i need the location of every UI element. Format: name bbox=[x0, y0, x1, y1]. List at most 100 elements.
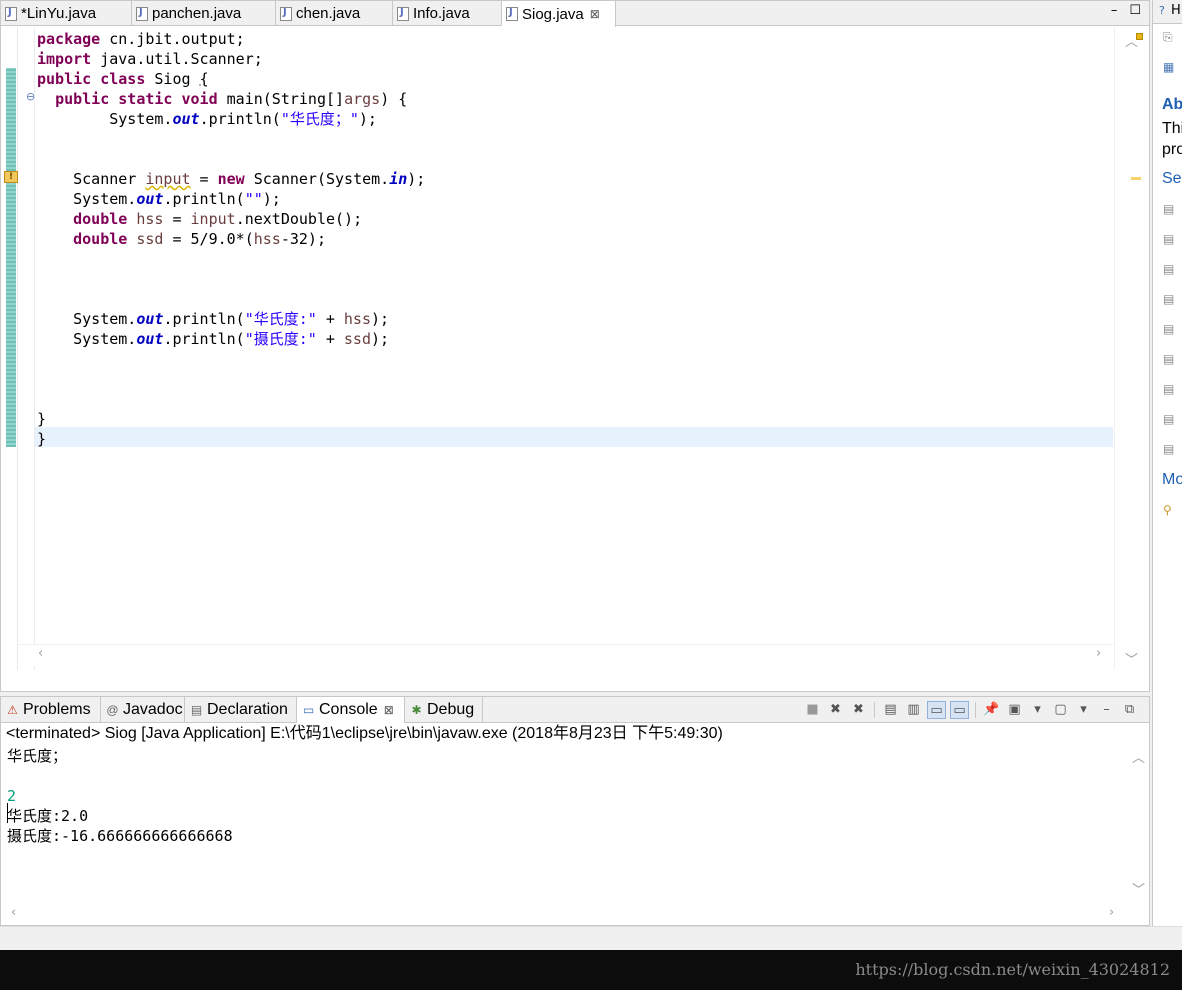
close-tab-icon[interactable]: ⊠ bbox=[590, 7, 600, 21]
doc-icon[interactable]: ▤ bbox=[1163, 322, 1177, 336]
tab-label: panchen.java bbox=[152, 5, 242, 22]
scroll-right-icon[interactable]: › bbox=[1109, 905, 1114, 920]
tab-label: Problems bbox=[23, 701, 91, 718]
about-text-line: Thi bbox=[1162, 120, 1182, 137]
tab-label: Console bbox=[319, 701, 378, 718]
variable: args bbox=[344, 90, 381, 108]
warning-icon[interactable]: ! bbox=[4, 171, 18, 183]
doc-icon[interactable]: ▤ bbox=[1163, 382, 1177, 396]
editor-window-controls: – ☐ bbox=[1111, 3, 1141, 18]
tab-javadoc[interactable]: @ Javadoc bbox=[101, 697, 185, 723]
terminate-icon[interactable]: ■ bbox=[803, 701, 822, 719]
tab-linyu-java[interactable]: *LinYu.java bbox=[1, 1, 132, 26]
doc-icon[interactable]: ▤ bbox=[1163, 232, 1177, 246]
scroll-left-icon[interactable]: ‹ bbox=[38, 646, 43, 661]
scroll-right-icon[interactable]: › bbox=[1096, 646, 1101, 661]
keyword: class bbox=[100, 70, 146, 88]
code-area[interactable]: ⊖ ! package cn.jbit.output; import java.u… bbox=[1, 27, 1149, 670]
code-text: = bbox=[190, 170, 218, 188]
editor-vertical-scrollbar[interactable]: ︿ ﹀ bbox=[1114, 27, 1149, 670]
tab-console[interactable]: ▭ Console ⊠ bbox=[297, 697, 405, 723]
java-file-icon bbox=[280, 6, 292, 21]
console-horizontal-scrollbar[interactable]: ‹ › bbox=[1, 903, 1126, 925]
maximize-icon[interactable]: ⧉ bbox=[1120, 701, 1139, 719]
editor-horizontal-scrollbar[interactable]: ‹ › bbox=[18, 644, 1114, 666]
scroll-up-icon[interactable]: ︿ bbox=[1132, 747, 1145, 766]
tab-debug[interactable]: ✱ Debug bbox=[405, 697, 483, 723]
code-text: ); bbox=[371, 310, 390, 328]
doc-icon[interactable]: ▤ bbox=[1163, 262, 1177, 276]
output-line: 华氏度； bbox=[7, 747, 68, 765]
calendar-icon[interactable]: ▦ bbox=[1163, 60, 1177, 74]
user-input-line: 2 bbox=[7, 787, 17, 805]
console-output-area[interactable]: 华氏度； 2 华氏度:2.0 摄氏度:-16.666666666666668 ︿ ﹀ bbox=[1, 745, 1149, 901]
keyword: static bbox=[118, 90, 173, 108]
doc-icon[interactable]: ▤ bbox=[1163, 442, 1177, 456]
remove-launch-icon[interactable]: ✖ bbox=[826, 701, 845, 719]
close-tab-icon[interactable]: ⊠ bbox=[384, 703, 394, 717]
overview-warning-marker[interactable] bbox=[1131, 177, 1141, 180]
minimize-icon[interactable]: – bbox=[1097, 701, 1116, 719]
code-text: cn.jbit.output; bbox=[100, 30, 245, 48]
display-console-icon[interactable]: ▣ bbox=[1005, 701, 1024, 719]
code-text: = 5/9.0*( bbox=[163, 230, 254, 248]
scroll-down-icon[interactable]: ﹀ bbox=[1132, 879, 1145, 898]
scroll-down-icon[interactable]: ﹀ bbox=[1125, 649, 1138, 668]
tab-info-java[interactable]: Info.java bbox=[393, 1, 502, 26]
help-tab-label: H bbox=[1171, 3, 1181, 18]
tab-problems[interactable]: ⚠ Problems bbox=[1, 697, 101, 723]
doc-icon[interactable]: ▤ bbox=[1163, 202, 1177, 216]
tab-label: *LinYu.java bbox=[21, 5, 97, 22]
open-console-icon[interactable]: ▢ bbox=[1051, 701, 1070, 719]
remove-all-terminated-icon[interactable]: ✖ bbox=[849, 701, 868, 719]
doc-icon[interactable]: ▤ bbox=[1163, 292, 1177, 306]
display-dropdown-icon[interactable]: ▾ bbox=[1028, 701, 1047, 719]
console-tab-bar: ⚠ Problems @ Javadoc ▤ Declaration ▭ Con… bbox=[1, 697, 1149, 723]
clear-console-icon[interactable]: ▤ bbox=[881, 701, 900, 719]
code-line: System.out.println(""); bbox=[37, 189, 425, 209]
help-panel-tab[interactable]: H ? bbox=[1153, 0, 1182, 24]
field: out bbox=[172, 110, 200, 128]
code-line: double ssd = 5/9.0*(hss-32); bbox=[37, 229, 425, 249]
code-text: + bbox=[316, 330, 344, 348]
tab-chen-java[interactable]: chen.java bbox=[276, 1, 393, 26]
keyword: double bbox=[73, 230, 128, 248]
scroll-lock-icon[interactable]: ▥ bbox=[904, 701, 923, 719]
more-results-link[interactable]: Mo bbox=[1162, 471, 1182, 489]
scroll-left-icon[interactable]: ‹ bbox=[11, 905, 16, 920]
code-line: import java.util.Scanner; bbox=[37, 49, 425, 69]
see-also-link[interactable]: Sec bbox=[1162, 170, 1182, 188]
keyword: package bbox=[37, 30, 101, 48]
code-text: .println( bbox=[163, 330, 245, 348]
source-code[interactable]: package cn.jbit.output; import java.util.… bbox=[37, 29, 425, 449]
help-side-panel: H ? ⎘ ▦ Ab Thi pro Sec ▤ ▤ ▤ ▤ ▤ ▤ ▤ ▤ ▤… bbox=[1152, 0, 1182, 926]
fold-toggle-icon[interactable]: ⊖ bbox=[26, 90, 35, 103]
tab-panchen-java[interactable]: panchen.java bbox=[132, 1, 276, 26]
string-literal: "华氏度:" bbox=[244, 310, 317, 328]
pin-console-icon[interactable]: 📌 bbox=[982, 701, 1001, 719]
tab-declaration[interactable]: ▤ Declaration bbox=[185, 697, 297, 723]
doc-icon[interactable]: ▤ bbox=[1163, 412, 1177, 426]
maximize-icon[interactable]: ☐ bbox=[1129, 3, 1141, 18]
search-help-icon[interactable]: ⚲ bbox=[1163, 503, 1177, 517]
copy-icon[interactable]: ⎘ bbox=[1163, 30, 1177, 44]
doc-icon[interactable]: ▤ bbox=[1163, 352, 1177, 366]
show-on-stdout-icon[interactable]: ▭ bbox=[927, 701, 946, 719]
help-tab-icon: ? bbox=[1159, 4, 1165, 17]
tab-siog-java[interactable]: Siog.java ⊠ bbox=[502, 1, 616, 27]
show-on-stderr-icon[interactable]: ▭ bbox=[950, 701, 969, 719]
console-vertical-scrollbar[interactable]: ︿ ﹀ bbox=[1127, 745, 1149, 901]
open-dropdown-icon[interactable]: ▾ bbox=[1074, 701, 1093, 719]
minimize-icon[interactable]: – bbox=[1111, 3, 1118, 18]
code-text: ); bbox=[262, 190, 281, 208]
toolbar-separator bbox=[874, 702, 875, 718]
warning-variable: input bbox=[145, 170, 191, 188]
code-line: System.out.println("摄氏度:" + ssd); bbox=[37, 329, 425, 349]
code-text: java.util.Scanner; bbox=[91, 50, 263, 68]
scroll-up-icon[interactable]: ︿ bbox=[1125, 31, 1138, 50]
console-output[interactable]: 华氏度； 2 华氏度:2.0 摄氏度:-16.666666666666668 bbox=[7, 746, 233, 846]
code-text: .println( bbox=[199, 110, 281, 128]
